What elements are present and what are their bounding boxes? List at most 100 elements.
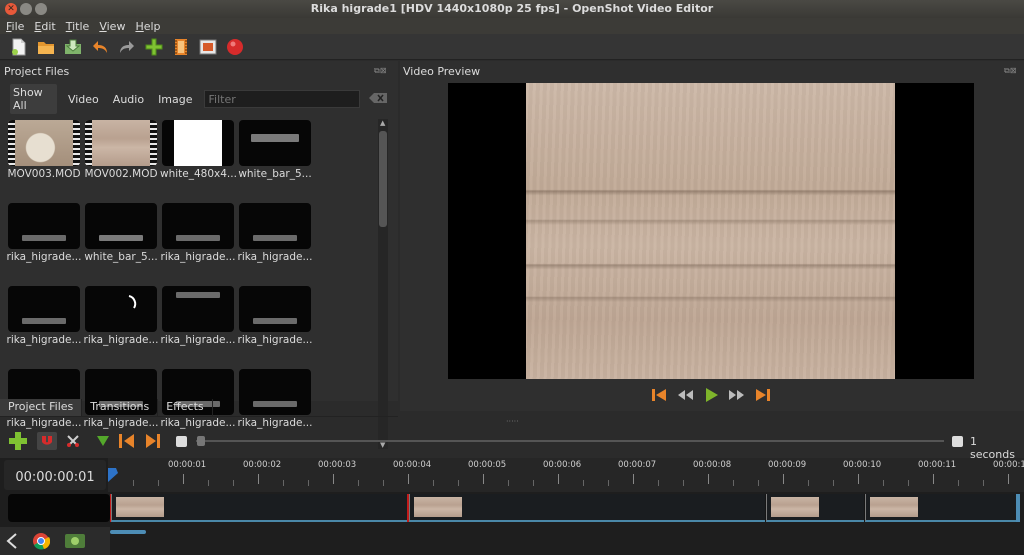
project-file-item[interactable]: rika_higrade... (160, 283, 236, 352)
filter-audio-button[interactable]: Audio (110, 91, 147, 108)
timeline-scrollbar[interactable] (110, 530, 146, 534)
window-close-button[interactable]: ✕ (5, 3, 17, 15)
timeline-clip[interactable] (409, 494, 765, 522)
redo-icon[interactable] (118, 38, 136, 56)
zoom-out-button[interactable] (176, 436, 187, 447)
file-thumbnail (162, 120, 234, 166)
menu-title[interactable]: Title (66, 20, 90, 33)
ruler-minor-tick (908, 480, 909, 486)
next-marker-icon[interactable] (144, 432, 162, 450)
open-project-icon[interactable] (37, 38, 55, 56)
timeline-ruler[interactable]: 00:00:01 00:00:02 00:00:03 00:00:04 00:00:05… (108, 458, 1024, 492)
tab-project-files[interactable]: Project Files (0, 399, 83, 416)
timeline-track[interactable] (110, 494, 1016, 522)
file-label: rika_higrade... (6, 334, 82, 346)
file-label: rika_higrade... (6, 251, 82, 263)
timeline-clip[interactable] (766, 494, 864, 522)
previous-marker-icon[interactable] (118, 432, 136, 450)
save-project-icon[interactable] (64, 38, 82, 56)
menu-view[interactable]: View (99, 20, 125, 33)
filter-video-button[interactable]: Video (65, 91, 102, 108)
project-file-item[interactable]: rika_higrade... (237, 283, 313, 352)
panel-float-close-icon[interactable]: ⧉⊠ (374, 66, 386, 76)
file-thumbnail (239, 286, 311, 332)
project-file-item[interactable]: white_bar_5... (83, 200, 159, 269)
ruler-tick-label: 00:00:02 (243, 460, 282, 470)
tab-effects[interactable]: Effects (158, 399, 213, 416)
window-minimize-button[interactable] (20, 3, 32, 15)
menu-help[interactable]: Help (135, 20, 160, 33)
file-label: white_480x4... (160, 168, 236, 180)
playhead-icon[interactable] (108, 468, 118, 482)
ruler-tick (558, 474, 559, 484)
zoom-in-button[interactable] (952, 436, 963, 447)
preview-float-close-icon[interactable]: ⧉⊠ (1004, 66, 1016, 76)
ruler-tick (933, 474, 934, 484)
undo-icon[interactable] (91, 38, 109, 56)
tab-transitions[interactable]: Transitions (82, 399, 159, 416)
menu-edit[interactable]: Edit (34, 20, 55, 33)
project-file-item[interactable]: white_480x4... (160, 117, 236, 186)
project-file-item[interactable]: rika_higrade... (160, 200, 236, 269)
jump-to-end-icon[interactable] (754, 387, 772, 403)
ruler-tick-label: 00:00:06 (543, 460, 582, 470)
ruler-minor-tick (683, 480, 684, 486)
project-file-item[interactable]: rika_higrade... (6, 283, 82, 352)
clear-filter-icon[interactable] (368, 92, 388, 107)
ruler-tick (258, 474, 259, 484)
profile-icon[interactable] (172, 38, 190, 56)
project-file-item[interactable]: rika_higrade... (237, 200, 313, 269)
back-arrow-icon[interactable] (6, 533, 18, 549)
add-track-icon[interactable] (8, 431, 28, 451)
project-tabs: Project Files Transitions Effects (0, 399, 398, 417)
project-file-item[interactable]: rika_higrade... (6, 200, 82, 269)
ruler-tick (1008, 474, 1009, 484)
ruler-tick (783, 474, 784, 484)
rewind-icon[interactable] (676, 387, 694, 403)
import-files-icon[interactable] (145, 38, 163, 56)
project-file-item[interactable]: white_bar_5... (237, 117, 313, 186)
ruler-tick (708, 474, 709, 484)
ruler-tick-label: 00:00:04 (393, 460, 432, 470)
fullscreen-icon[interactable] (199, 38, 217, 56)
ruler-tick-label: 00:00:05 (468, 460, 507, 470)
ruler-minor-tick (283, 480, 284, 486)
snap-button[interactable] (37, 432, 57, 450)
system-dock (0, 527, 110, 555)
file-thumbnail (162, 203, 234, 249)
openshot-dock-icon[interactable] (64, 533, 86, 549)
timeline-panel: 00:00:00:01 00:00:01 00:00:02 00:00:03 00:0… (0, 458, 1024, 555)
ruler-tick-label: 00:00:03 (318, 460, 357, 470)
window-maximize-button[interactable] (35, 3, 47, 15)
ruler-minor-tick (883, 480, 884, 486)
chrome-icon[interactable] (32, 532, 50, 550)
filter-input[interactable] (203, 90, 360, 108)
jump-to-start-icon[interactable] (650, 387, 668, 403)
file-thumbnail (239, 203, 311, 249)
filter-show-all-button[interactable]: Show All (10, 84, 57, 114)
project-file-item[interactable]: MOV002.MOD (83, 117, 159, 186)
timeline-clip[interactable] (111, 494, 407, 522)
add-marker-icon[interactable] (96, 435, 110, 447)
ruler-minor-tick (433, 480, 434, 486)
zoom-slider-track[interactable] (196, 440, 944, 442)
video-preview-panel: Video Preview ⧉⊠ (400, 61, 1024, 411)
play-icon[interactable] (702, 387, 720, 403)
razor-icon[interactable] (66, 434, 80, 448)
zoom-slider-handle[interactable] (197, 436, 205, 446)
ruler-minor-tick (133, 480, 134, 486)
track-header[interactable] (8, 494, 110, 522)
fast-forward-icon[interactable] (728, 387, 746, 403)
project-file-item[interactable]: MOV003.MOD (6, 117, 82, 186)
new-project-icon[interactable] (10, 38, 28, 56)
menu-file[interactable]: File (6, 20, 24, 33)
filter-image-button[interactable]: Image (155, 91, 195, 108)
timeline-clip[interactable] (865, 494, 1016, 522)
splitter-handle[interactable]: ····· (506, 417, 519, 426)
project-file-item[interactable]: rika_higrade... (83, 283, 159, 352)
export-video-icon[interactable] (226, 38, 244, 56)
ruler-tick-label: 00:00:11 (918, 460, 957, 470)
ruler-tick (483, 474, 484, 484)
ruler-minor-tick (733, 480, 734, 486)
ruler-minor-tick (833, 480, 834, 486)
